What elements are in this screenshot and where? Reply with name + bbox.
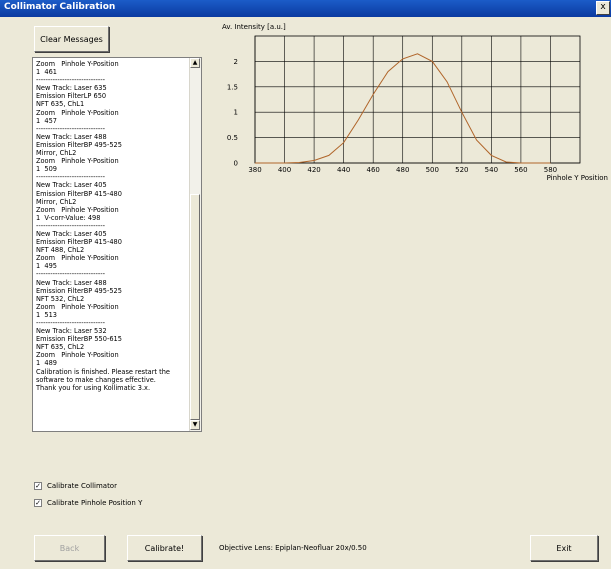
window-title: Collimator Calibration (4, 2, 116, 12)
objective-lens-label: Objective Lens: Epiplan-Neofluar 20x/0.5… (219, 544, 367, 552)
plot-area (254, 35, 581, 164)
x-tick-label: 400 (278, 166, 291, 174)
x-tick-label: 440 (337, 166, 350, 174)
intensity-chart: 380 400 420 440 460 480 500 520 540 560 580 0 0.5 1 1.… (210, 17, 610, 197)
close-button[interactable]: x (596, 1, 610, 15)
y-tick-label: 0.5 (227, 134, 238, 142)
y-tick-label: 2 (234, 58, 238, 66)
y-tick-label: 1.5 (227, 83, 238, 91)
checkbox-icon[interactable]: ✓ (34, 499, 42, 507)
app-window: Collimator Calibration x Clear Messages … (0, 0, 611, 569)
checkbox-label: Calibrate Collimator (47, 482, 117, 490)
message-log-text: Zoom Pinhole Y-Position 1 461 ----------… (36, 60, 170, 392)
chart-svg: 380 400 420 440 460 480 500 520 540 560 580 0 0.5 1 1.… (222, 23, 608, 182)
message-log[interactable]: Zoom Pinhole Y-Position 1 461 ----------… (32, 57, 202, 432)
message-log-scrollbar[interactable]: ▲ ▼ (189, 58, 201, 431)
x-tick-label: 560 (514, 166, 527, 174)
exit-button[interactable]: Exit (530, 535, 598, 561)
checkbox-icon[interactable]: ✓ (34, 482, 42, 490)
x-tick-label: 580 (544, 166, 557, 174)
x-tick-label: 460 (366, 166, 379, 174)
y-tick-label: 0 (234, 160, 238, 168)
x-tick-label: 540 (485, 166, 498, 174)
calibrate-button[interactable]: Calibrate! (127, 535, 202, 561)
title-bar: Collimator Calibration x (0, 0, 611, 17)
back-button[interactable]: Back (34, 535, 105, 561)
y-axis-label: Av. Intensity [a.u.] (222, 23, 286, 31)
scroll-up-icon[interactable]: ▲ (190, 58, 200, 68)
x-tick-label: 500 (426, 166, 439, 174)
x-tick-label: 420 (307, 166, 320, 174)
x-tick-label: 480 (396, 166, 409, 174)
clear-messages-button[interactable]: Clear Messages (34, 26, 109, 52)
calibrate-pinhole-checkbox[interactable]: ✓ Calibrate Pinhole Position Y (34, 498, 142, 508)
scroll-thumb[interactable] (190, 194, 200, 420)
x-tick-label: 380 (248, 166, 261, 174)
calibrate-collimator-checkbox[interactable]: ✓ Calibrate Collimator (34, 481, 117, 491)
checkbox-label: Calibrate Pinhole Position Y (47, 499, 143, 507)
x-axis-label: Pinhole Y Position (547, 174, 608, 182)
x-tick-label: 520 (455, 166, 468, 174)
y-tick-label: 1 (234, 109, 238, 117)
scroll-down-icon[interactable]: ▼ (190, 420, 200, 430)
